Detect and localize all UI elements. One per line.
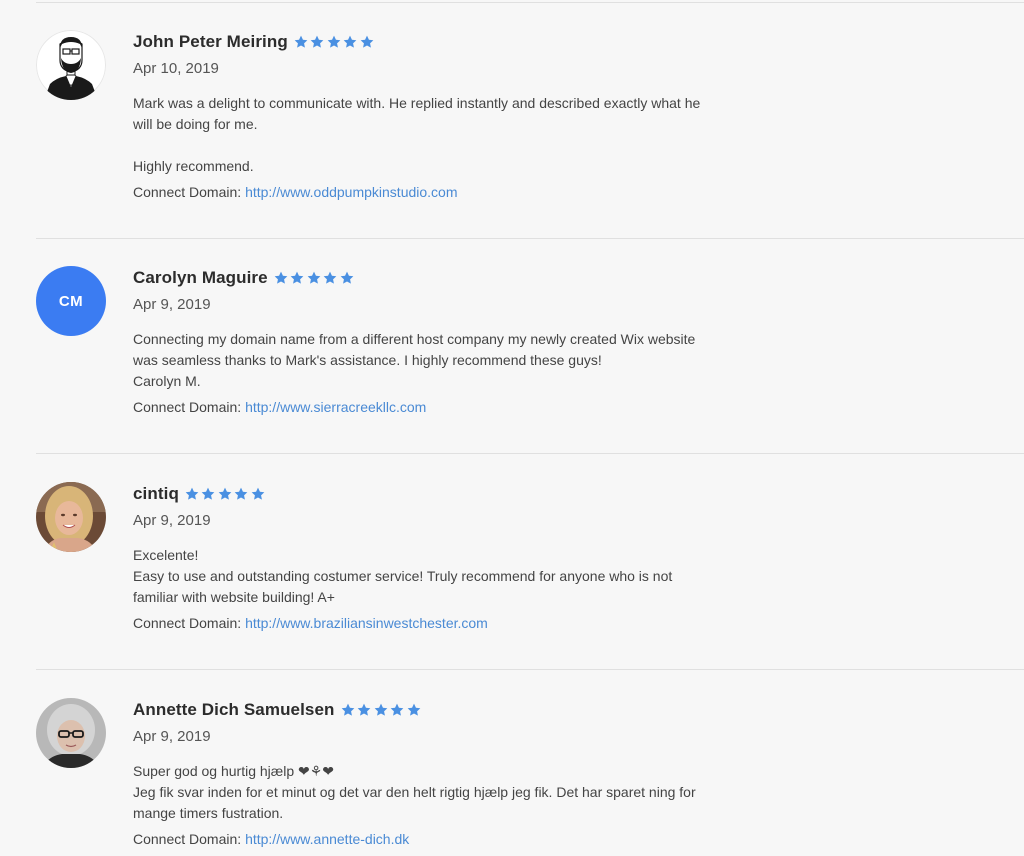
connect-domain-label: Connect Domain: [133, 615, 242, 631]
reviewer-name: Annette Dich Samuelsen [133, 700, 335, 719]
reviewer-name: John Peter Meiring [133, 32, 288, 51]
review-text-line: Easy to use and outstanding costumer ser… [133, 568, 673, 584]
avatar: CM [36, 266, 106, 336]
star-rating [184, 486, 267, 502]
domain-link[interactable]: http://www.oddpumpkinstudio.com [245, 184, 457, 200]
review-text: Super god og hurtig hjælp ❤⚘❤ Jeg fik sva… [133, 761, 793, 824]
star-icon [217, 486, 233, 502]
review-header: cintiq [133, 482, 793, 506]
divider [36, 238, 1024, 239]
star-icon [289, 270, 305, 286]
star-icon [326, 34, 342, 50]
connect-domain: Connect Domain: http://www.sierracreekll… [133, 397, 793, 417]
review-text-line: Super god og hurtig hjælp ❤⚘❤ [133, 763, 335, 779]
review-text-line: Jeg fik svar inden for et minut og det v… [133, 784, 696, 800]
connect-domain: Connect Domain: http://www.annette-dich.… [133, 829, 793, 849]
divider [36, 453, 1024, 454]
review-body: Annette Dich Samuelsen Apr 9, 2019 Super… [133, 698, 793, 849]
review-date: Apr 9, 2019 [133, 728, 211, 745]
review-text-line: Mark was a delight to communicate with. … [133, 95, 701, 111]
star-icon [309, 34, 325, 50]
review-text-line: was seamless thanks to Mark's assistance… [133, 352, 602, 368]
star-icon [373, 702, 389, 718]
review-header: John Peter Meiring [133, 30, 793, 54]
star-icon [340, 702, 356, 718]
domain-link[interactable]: http://www.annette-dich.dk [245, 831, 409, 847]
star-icon [356, 702, 372, 718]
review-header: Carolyn Maguire [133, 266, 793, 290]
star-icon [233, 486, 249, 502]
star-icon [250, 486, 266, 502]
photo-avatar-gray-haired-woman-icon [36, 698, 106, 768]
star-icon [406, 702, 422, 718]
review-body: Carolyn Maguire Apr 9, 2019 Connecting m… [133, 266, 793, 417]
reviewer-name: Carolyn Maguire [133, 268, 268, 287]
review-text-line: will be doing for me. [133, 116, 258, 132]
star-icon [322, 270, 338, 286]
review-text: Excelente! Easy to use and outstanding co… [133, 545, 793, 608]
connect-domain: Connect Domain: http://www.braziliansinw… [133, 613, 793, 633]
review-text: Connecting my domain name from a differe… [133, 329, 793, 392]
avatar [36, 482, 106, 552]
review-text-line: Carolyn M. [133, 373, 201, 389]
reviewer-name: cintiq [133, 484, 179, 503]
review-date: Apr 9, 2019 [133, 512, 211, 529]
review-body: cintiq Apr 9, 2019 Excelente! Easy to use… [133, 482, 793, 633]
divider [36, 2, 1024, 3]
star-icon [306, 270, 322, 286]
star-icon [359, 34, 375, 50]
divider [36, 669, 1024, 670]
domain-link[interactable]: http://www.sierracreekllc.com [245, 399, 426, 415]
connect-domain-label: Connect Domain: [133, 831, 242, 847]
review-text-line: mange timers fustration. [133, 805, 284, 821]
star-icon [342, 34, 358, 50]
review-text-line: Highly recommend. [133, 158, 254, 174]
review-text-line: Excelente! [133, 547, 199, 563]
star-rating [273, 270, 356, 286]
avatar [36, 30, 106, 100]
illustrated-man-avatar-icon [36, 30, 106, 100]
review-header: Annette Dich Samuelsen [133, 698, 793, 722]
photo-avatar-blonde-woman-icon [36, 482, 106, 552]
review-date: Apr 10, 2019 [133, 60, 219, 77]
star-rating [340, 702, 423, 718]
star-icon [200, 486, 216, 502]
connect-domain: Connect Domain: http://www.oddpumpkinstu… [133, 182, 793, 202]
domain-link[interactable]: http://www.braziliansinwestchester.com [245, 615, 488, 631]
connect-domain-label: Connect Domain: [133, 184, 242, 200]
star-icon [339, 270, 355, 286]
review-body: John Peter Meiring Apr 10, 2019 Mark was… [133, 30, 793, 202]
review-text-line: familiar with website building! A+ [133, 589, 335, 605]
review-list: John Peter Meiring Apr 10, 2019 Mark was… [0, 0, 1024, 856]
review-text: Mark was a delight to communicate with. … [133, 93, 793, 177]
star-icon [293, 34, 309, 50]
star-rating [293, 34, 376, 50]
star-icon [184, 486, 200, 502]
avatar [36, 698, 106, 768]
review-date: Apr 9, 2019 [133, 296, 211, 313]
review-text-line: Connecting my domain name from a differe… [133, 331, 696, 347]
star-icon [389, 702, 405, 718]
connect-domain-label: Connect Domain: [133, 399, 242, 415]
star-icon [273, 270, 289, 286]
